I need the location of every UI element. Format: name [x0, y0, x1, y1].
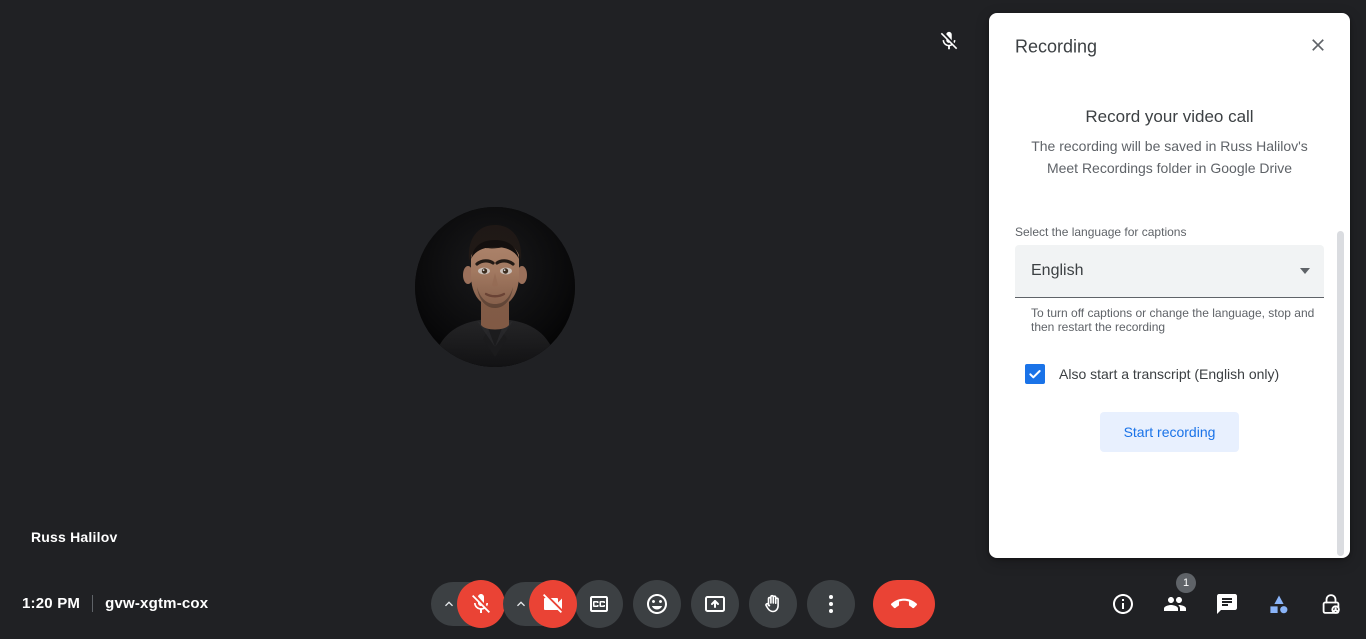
emoji-smile-icon — [647, 593, 667, 614]
check-icon — [1029, 370, 1041, 379]
dialog-action-row: Start recording — [1015, 412, 1324, 452]
chat-button[interactable] — [1208, 585, 1246, 623]
google-meet-app: Russ Halilov 1:20 PM gvw-xgtm-cox 1 Reco… — [0, 0, 1366, 639]
recording-dialog: Recording Record your video call The rec… — [989, 13, 1350, 558]
camera-toggle-button[interactable] — [529, 579, 577, 628]
mic-off-icon — [938, 30, 960, 52]
dialog-header: Recording — [989, 13, 1350, 81]
more-vert-icon — [829, 594, 833, 613]
end-call-icon — [891, 598, 917, 608]
chevron-up-icon — [517, 600, 525, 606]
transcript-checkbox-label: Also start a transcript (English only) — [1059, 366, 1280, 382]
people-count-badge: 1 — [1176, 572, 1196, 593]
dialog-title: Recording — [1015, 36, 1098, 57]
mic-off-icon — [472, 593, 490, 613]
leave-call-button[interactable] — [873, 579, 935, 628]
transcript-checkbox[interactable] — [1025, 364, 1045, 384]
activities-button[interactable] — [1260, 585, 1298, 623]
people-icon — [1164, 596, 1186, 611]
chevron-up-icon — [445, 600, 453, 606]
activities-shapes-icon — [1270, 595, 1288, 613]
reactions-button[interactable] — [633, 579, 681, 628]
raise-hand-button[interactable] — [749, 579, 797, 628]
more-options-button[interactable] — [807, 579, 855, 628]
meta-divider — [92, 595, 94, 612]
promo-subtitle: The recording will be saved in Russ Hali… — [1031, 138, 1308, 176]
camera-control-group — [503, 579, 577, 628]
language-field-label: Select the language for captions — [1015, 225, 1187, 239]
present-screen-icon — [705, 595, 725, 612]
dialog-scrollbar-thumb[interactable] — [1337, 231, 1344, 556]
language-helper-text: To turn off captions or change the langu… — [1031, 306, 1315, 334]
current-time: 1:20 PM — [22, 595, 81, 612]
info-icon — [1113, 593, 1133, 614]
participant-name: Russ Halilov — [31, 529, 118, 545]
right-panel-icons: 1 — [1104, 568, 1350, 639]
close-dialog-button[interactable] — [1302, 29, 1334, 61]
transcript-checkbox-row[interactable]: Also start a transcript (English only) — [1015, 364, 1324, 384]
meeting-code[interactable]: gvw-xgtm-cox — [105, 595, 208, 612]
mic-control-group — [431, 579, 505, 628]
host-controls-button[interactable] — [1312, 585, 1350, 623]
present-screen-button[interactable] — [691, 579, 739, 628]
chat-bubble-icon — [1217, 593, 1237, 614]
videocam-off-icon — [543, 593, 562, 613]
meeting-meta: 1:20 PM gvw-xgtm-cox — [22, 568, 208, 639]
chevron-down-icon — [1300, 268, 1310, 274]
promo-title: Record your video call — [1085, 107, 1254, 126]
mic-toggle-button[interactable] — [457, 579, 505, 628]
raised-hand-icon — [765, 594, 779, 612]
caption-language-select[interactable]: English — [1015, 245, 1324, 298]
lock-person-icon — [1322, 593, 1340, 614]
people-button[interactable]: 1 — [1156, 572, 1196, 623]
close-icon — [1312, 39, 1324, 51]
bottom-control-bar: 1:20 PM gvw-xgtm-cox 1 — [0, 568, 1366, 639]
captions-button[interactable] — [575, 579, 623, 628]
caption-language-value: English — [1031, 262, 1084, 279]
avatar — [415, 207, 575, 367]
closed-caption-icon — [590, 595, 608, 612]
meeting-details-button[interactable] — [1104, 585, 1142, 623]
start-recording-button[interactable]: Start recording — [1099, 412, 1240, 452]
dialog-body: Record your video call The recording wil… — [989, 107, 1350, 452]
